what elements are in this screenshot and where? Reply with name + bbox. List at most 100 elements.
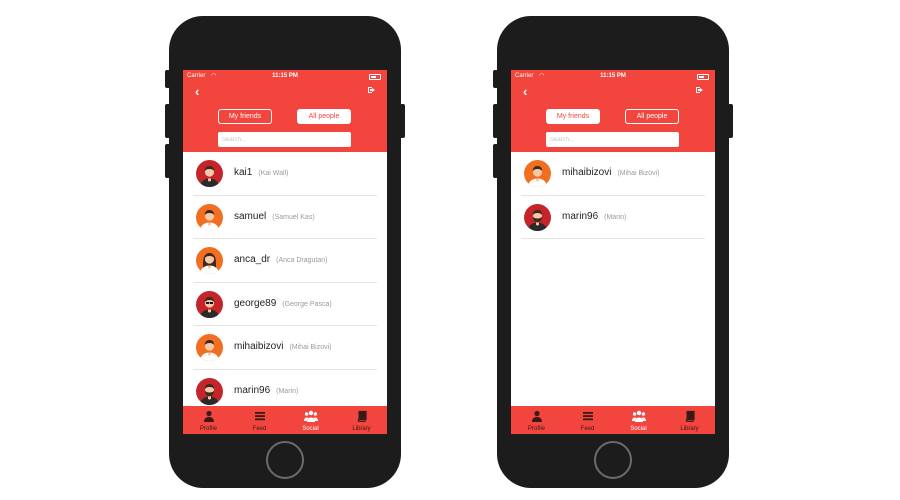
list-item[interactable]: samuel (Samuel Kas) xyxy=(193,196,377,239)
list-item[interactable]: kai1 (Kai Wall) xyxy=(193,152,377,196)
power-button xyxy=(400,104,405,138)
avatar xyxy=(524,203,551,231)
username-label: marin96 xyxy=(234,384,271,396)
tab-social[interactable]: Social xyxy=(285,406,336,434)
list-item[interactable]: marin96 (Marin) xyxy=(521,196,705,239)
fullname-label: (Kai Wall) xyxy=(258,170,289,177)
search-input[interactable] xyxy=(546,132,679,147)
avatar xyxy=(196,290,223,318)
fullname-label: (Anca Dragutan) xyxy=(276,257,328,264)
person-name-line: mihaibizovi (Mihai Bizovi) xyxy=(562,167,659,178)
phone-screen: Carrier ◠ 11:15 PM ‹ My friends All peop… xyxy=(511,70,715,434)
phone-right: Carrier ◠ 11:15 PM ‹ My friends All peop… xyxy=(493,16,733,488)
tab-feed[interactable]: Feed xyxy=(234,406,285,434)
tab-all-people[interactable]: All people xyxy=(625,109,679,124)
person-name-line: marin96 (Marin) xyxy=(234,385,298,396)
volume-down-button xyxy=(493,144,498,178)
menu-lines-icon xyxy=(562,409,613,422)
list-item[interactable]: mihaibizovi (Mihai Bizovi) xyxy=(193,326,377,370)
tab-profile[interactable]: Profile xyxy=(183,406,234,434)
avatar xyxy=(196,334,223,361)
battery-icon xyxy=(369,74,381,80)
avatar xyxy=(196,160,223,187)
tab-library[interactable]: Library xyxy=(336,406,387,434)
status-time: 11:15 PM xyxy=(600,73,626,79)
volume-up-button xyxy=(165,104,170,138)
power-button xyxy=(728,104,733,138)
fullname-label: (George Pasca) xyxy=(282,300,332,308)
menu-lines-icon xyxy=(234,409,285,422)
avatar xyxy=(196,203,223,231)
status-bar: Carrier ◠ 11:15 PM xyxy=(511,72,715,82)
avatar xyxy=(196,247,223,274)
tab-my-friends[interactable]: My friends xyxy=(546,109,600,124)
home-button[interactable] xyxy=(266,441,304,479)
tab-all-people[interactable]: All people xyxy=(297,109,351,124)
fullname-label: (Samuel Kas) xyxy=(272,213,315,221)
fullname-label: (Mihai Bizovi) xyxy=(289,344,332,351)
person-name-line: mihaibizovi (Mihai Bizovi) xyxy=(234,341,331,352)
tab-library-label: Library xyxy=(680,426,699,432)
phone-screen: Carrier ◠ 11:15 PM ‹ My friends All peop… xyxy=(183,70,387,434)
list-item[interactable]: marin96 (Marin) xyxy=(193,370,377,407)
back-icon[interactable]: ‹ xyxy=(523,84,527,99)
status-bar: Carrier ◠ 11:15 PM xyxy=(183,72,387,82)
fullname-label: (Marin) xyxy=(604,213,627,221)
person-icon xyxy=(511,409,562,422)
tab-library[interactable]: Library xyxy=(664,406,715,434)
username-label: anca_dr xyxy=(234,254,271,265)
people-list: mihaibizovi (Mihai Bizovi) marin96 (Marin) xyxy=(511,152,715,406)
tab-social-label: Social xyxy=(302,426,319,432)
avatar xyxy=(524,160,551,187)
book-icon xyxy=(664,409,715,422)
fullname-label: (Marin) xyxy=(276,387,299,395)
header: Carrier ◠ 11:15 PM ‹ My friends All peop… xyxy=(511,70,715,152)
mute-switch xyxy=(493,70,498,88)
status-time: 11:15 PM xyxy=(272,73,298,79)
username-label: mihaibizovi xyxy=(234,341,284,352)
person-icon xyxy=(183,409,234,422)
person-name-line: george89 (George Pasca) xyxy=(234,298,332,309)
fullname-label: (Mihai Bizovi) xyxy=(617,170,660,177)
list-item[interactable]: anca_dr (Anca Dragutan) xyxy=(193,239,377,283)
header: Carrier ◠ 11:15 PM ‹ My friends All peop… xyxy=(183,70,387,152)
tab-social[interactable]: Social xyxy=(613,406,664,434)
tab-feed[interactable]: Feed xyxy=(562,406,613,434)
mute-switch xyxy=(165,70,170,88)
list-item[interactable]: george89 (George Pasca) xyxy=(193,283,377,326)
username-label: mihaibizovi xyxy=(562,167,612,178)
bottom-tab-bar: Profile Feed Social Library xyxy=(511,406,715,434)
back-icon[interactable]: ‹ xyxy=(195,84,199,99)
person-name-line: kai1 (Kai Wall) xyxy=(234,167,288,178)
bottom-tab-bar: Profile Feed Social Library xyxy=(183,406,387,434)
group-icon xyxy=(285,409,336,422)
battery-icon xyxy=(697,74,709,80)
username-label: marin96 xyxy=(562,210,599,222)
tab-library-label: Library xyxy=(352,426,371,432)
username-label: samuel xyxy=(234,210,267,222)
tab-profile[interactable]: Profile xyxy=(511,406,562,434)
avatar xyxy=(196,377,223,405)
person-name-line: anca_dr (Anca Dragutan) xyxy=(234,254,328,265)
username-label: kai1 xyxy=(234,167,253,178)
phone-left: Carrier ◠ 11:15 PM ‹ My friends All peop… xyxy=(165,16,405,488)
volume-down-button xyxy=(165,144,170,178)
tab-profile-label: Profile xyxy=(199,426,217,432)
logout-icon[interactable] xyxy=(367,85,377,98)
home-button[interactable] xyxy=(594,441,632,479)
search-input[interactable] xyxy=(218,132,351,147)
tab-profile-label: Profile xyxy=(527,426,545,432)
group-icon xyxy=(613,409,664,422)
person-name-line: marin96 (Marin) xyxy=(562,211,626,222)
list-item[interactable]: mihaibizovi (Mihai Bizovi) xyxy=(521,152,705,196)
volume-up-button xyxy=(493,104,498,138)
people-list: kai1 (Kai Wall) samuel (Samuel Kas) anca_dr (… xyxy=(183,152,387,406)
logout-icon[interactable] xyxy=(695,85,705,98)
person-name-line: samuel (Samuel Kas) xyxy=(234,211,315,222)
tab-feed-label: Feed xyxy=(252,426,267,432)
tab-feed-label: Feed xyxy=(580,426,595,432)
username-label: george89 xyxy=(234,297,277,309)
tab-social-label: Social xyxy=(630,426,647,432)
book-icon xyxy=(336,409,387,422)
tab-my-friends[interactable]: My friends xyxy=(218,109,272,124)
